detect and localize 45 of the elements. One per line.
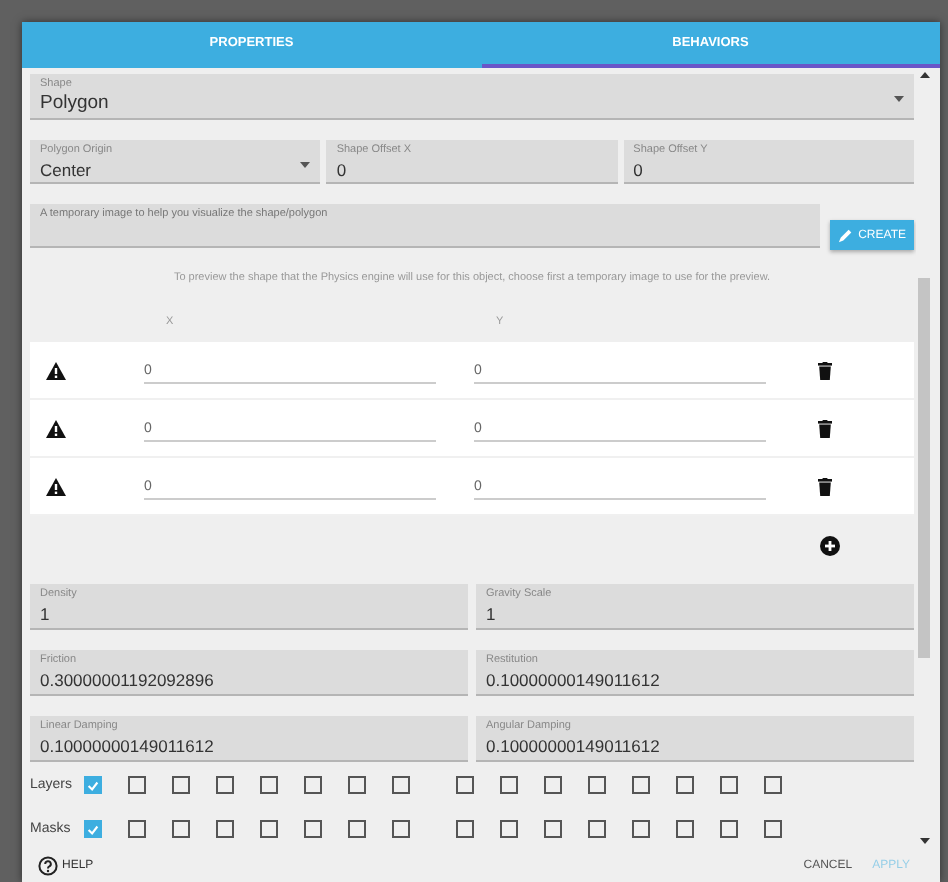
checkbox[interactable] xyxy=(500,820,518,838)
checkbox[interactable] xyxy=(84,820,102,838)
checkbox[interactable] xyxy=(456,820,474,838)
checkbox[interactable] xyxy=(260,776,278,794)
checkbox[interactable] xyxy=(588,776,606,794)
warning-icon xyxy=(46,361,66,379)
checkbox[interactable] xyxy=(392,776,410,794)
checkbox[interactable] xyxy=(260,820,278,838)
checkbox[interactable] xyxy=(84,776,102,794)
checkbox[interactable] xyxy=(764,820,782,838)
checkbox[interactable] xyxy=(172,776,190,794)
checkbox[interactable] xyxy=(720,776,738,794)
caret-icon xyxy=(894,96,904,102)
help-icon xyxy=(38,855,58,875)
checkbox[interactable] xyxy=(128,820,146,838)
checkbox[interactable] xyxy=(128,776,146,794)
scroll-up-icon[interactable] xyxy=(919,72,929,78)
checkbox[interactable] xyxy=(216,820,234,838)
trash-icon[interactable] xyxy=(818,361,832,379)
pencil-icon xyxy=(838,227,853,243)
trash-icon[interactable] xyxy=(818,419,832,437)
checkbox[interactable] xyxy=(544,776,562,794)
checkbox[interactable] xyxy=(500,776,518,794)
checkbox[interactable] xyxy=(392,820,410,838)
checkbox[interactable] xyxy=(632,776,650,794)
checkbox[interactable] xyxy=(456,776,474,794)
checkbox[interactable] xyxy=(304,776,322,794)
add-icon[interactable] xyxy=(820,535,840,555)
checkbox[interactable] xyxy=(764,776,782,794)
checkbox[interactable] xyxy=(676,820,694,838)
scroll-down-icon[interactable] xyxy=(919,838,929,844)
checkbox[interactable] xyxy=(348,820,366,838)
checkbox[interactable] xyxy=(348,776,366,794)
checkbox[interactable] xyxy=(172,820,190,838)
checkbox[interactable] xyxy=(588,820,606,838)
checkbox[interactable] xyxy=(544,820,562,838)
checkbox[interactable] xyxy=(304,820,322,838)
warning-icon xyxy=(46,477,66,495)
checkbox[interactable] xyxy=(676,776,694,794)
checkbox[interactable] xyxy=(216,776,234,794)
trash-icon[interactable] xyxy=(818,477,832,495)
checkbox[interactable] xyxy=(632,820,650,838)
caret-icon xyxy=(300,162,311,168)
warning-icon xyxy=(46,419,66,437)
checkbox[interactable] xyxy=(720,820,738,838)
